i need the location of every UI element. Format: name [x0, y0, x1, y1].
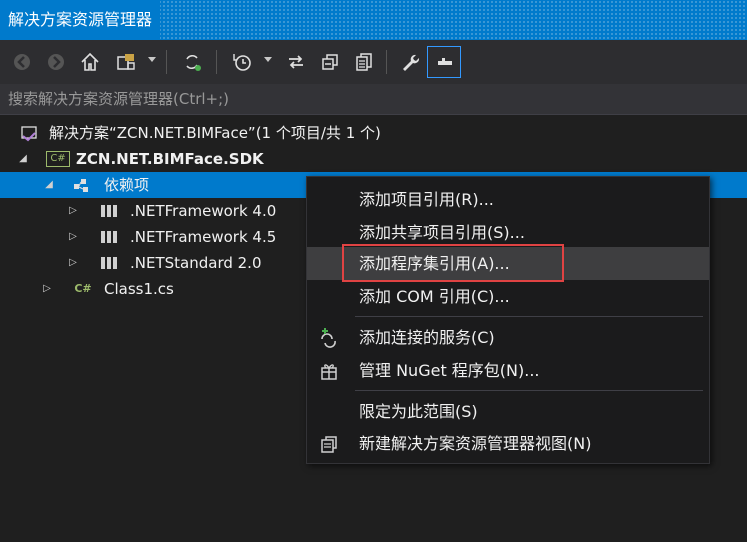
menu-item-new-explorer-view[interactable]: 新建解决方案资源管理器视图(N) — [307, 427, 709, 460]
toolbar — [0, 40, 747, 85]
preview-icon[interactable] — [427, 46, 461, 78]
menu-item-label: 添加连接的服务(C) — [359, 328, 495, 347]
expanded-arrow-icon[interactable]: ◢ — [16, 146, 30, 172]
assembly-icon — [100, 254, 118, 272]
connected-service-icon — [319, 328, 339, 348]
home-icon[interactable] — [76, 48, 104, 76]
menu-item-label: 添加 COM 引用(C)... — [359, 287, 510, 306]
forward-icon[interactable] — [42, 48, 70, 76]
highlight-annotation-box — [342, 244, 564, 282]
assembly-icon — [100, 202, 118, 220]
back-icon[interactable] — [8, 48, 36, 76]
sync-active-doc-icon[interactable] — [282, 48, 310, 76]
collapsed-arrow-icon[interactable]: ▷ — [66, 224, 80, 250]
menu-item-add-project-reference[interactable]: 添加项目引用(R)... — [307, 183, 709, 216]
context-menu: 添加项目引用(R)... 添加共享项目引用(S)... 添加程序集引用(A)..… — [306, 176, 710, 464]
framework-label: .NETFramework 4.0 — [130, 202, 277, 220]
properties-icon[interactable] — [396, 48, 424, 76]
dependencies-icon — [72, 176, 90, 194]
tree-item-project[interactable]: ◢ C# ZCN.NET.BIMFace.SDK — [0, 146, 747, 172]
switch-views-dropdown-icon[interactable] — [148, 57, 156, 62]
tree-item-solution[interactable]: 解决方案“ZCN.NET.BIMFace”(1 个项目/共 1 个) — [0, 120, 747, 146]
collapsed-arrow-icon[interactable]: ▷ — [66, 198, 80, 224]
menu-item-add-connected-service[interactable]: 添加连接的服务(C) — [307, 321, 709, 354]
csharp-project-icon: C# — [46, 151, 70, 167]
project-label: ZCN.NET.BIMFace.SDK — [76, 150, 264, 168]
pending-changes-dropdown-icon[interactable] — [264, 57, 272, 62]
title-bar: 解决方案资源管理器 — [0, 0, 747, 40]
new-view-icon — [319, 434, 339, 454]
file-label: Class1.cs — [104, 280, 174, 298]
search-box — [0, 84, 747, 115]
toolbar-separator — [216, 50, 217, 74]
toolbar-separator — [386, 50, 387, 74]
csharp-file-icon: C# — [74, 282, 92, 295]
solution-label: 解决方案“ZCN.NET.BIMFace”(1 个项目/共 1 个) — [49, 124, 381, 142]
switch-views-icon[interactable] — [112, 48, 140, 76]
nuget-package-icon — [319, 361, 339, 381]
expanded-arrow-icon[interactable]: ◢ — [42, 172, 56, 198]
menu-item-add-com-reference[interactable]: 添加 COM 引用(C)... — [307, 280, 709, 313]
toolbar-separator — [166, 50, 167, 74]
menu-item-label: 管理 NuGet 程序包(N)... — [359, 361, 540, 380]
pending-changes-icon[interactable] — [228, 48, 256, 76]
menu-item-scope-to-this[interactable]: 限定为此范围(S) — [307, 395, 709, 428]
menu-item-label: 新建解决方案资源管理器视图(N) — [359, 434, 592, 453]
collapsed-arrow-icon[interactable]: ▷ — [40, 276, 54, 302]
dependencies-label: 依赖项 — [104, 176, 150, 194]
collapsed-arrow-icon[interactable]: ▷ — [66, 250, 80, 276]
framework-label: .NETStandard 2.0 — [130, 254, 262, 272]
framework-label: .NETFramework 4.5 — [130, 228, 277, 246]
window-title: 解决方案资源管理器 — [0, 0, 161, 40]
assembly-icon — [100, 228, 118, 246]
sync-icon[interactable] — [178, 48, 206, 76]
search-input[interactable] — [0, 84, 747, 114]
menu-item-label: 限定为此范围(S) — [359, 402, 478, 421]
show-all-files-icon[interactable] — [350, 48, 378, 76]
menu-item-label: 添加项目引用(R)... — [359, 190, 494, 209]
menu-separator — [355, 316, 703, 317]
solution-icon — [20, 124, 38, 142]
menu-item-manage-nuget[interactable]: 管理 NuGet 程序包(N)... — [307, 354, 709, 387]
menu-separator — [355, 390, 703, 391]
collapse-all-icon[interactable] — [316, 48, 344, 76]
